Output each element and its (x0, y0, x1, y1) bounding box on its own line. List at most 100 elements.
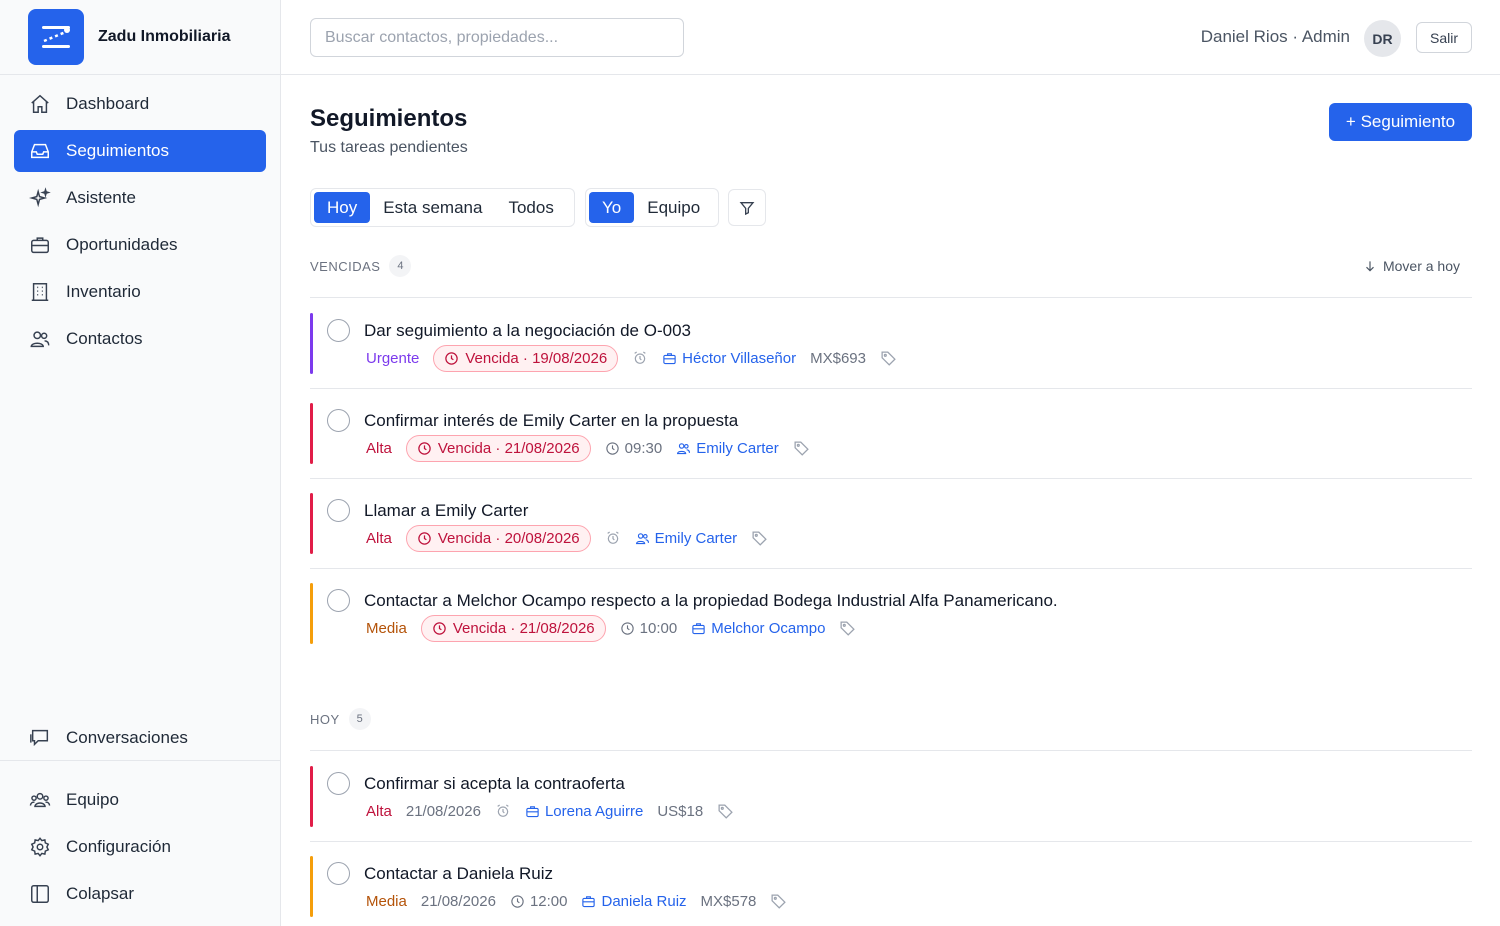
tag-button[interactable] (751, 530, 768, 547)
sidebar-item-inventario[interactable]: Inventario (14, 271, 266, 313)
task-row[interactable]: Confirmar interés de Emily Carter en la … (310, 389, 1472, 479)
contact-link[interactable]: Daniela Ruiz (581, 893, 687, 910)
sidebar-item-label: Contactos (66, 329, 143, 348)
tag-button[interactable] (717, 803, 734, 820)
filter-yo[interactable]: Yo (589, 192, 635, 223)
team-icon (28, 788, 52, 812)
advanced-filter-button[interactable] (728, 189, 766, 226)
reminder-button[interactable] (495, 803, 511, 819)
task-row[interactable]: Contactar a Melchor Ocampo respecto a la… (310, 569, 1472, 659)
sidebar-item-configuracion[interactable]: Configuración (14, 826, 266, 868)
page-subtitle: Tus tareas pendientes (310, 139, 468, 156)
filter-todos[interactable]: Todos (495, 192, 566, 223)
logout-button[interactable]: Salir (1416, 22, 1472, 53)
priority-bar (310, 313, 313, 374)
main-content: Daniel Rios · Admin DR Salir Seguimiento… (281, 0, 1500, 926)
chat-icon (28, 726, 52, 750)
brand-logo[interactable] (28, 9, 84, 65)
sidebar-item-colapsar[interactable]: Colapsar (14, 873, 266, 915)
brand-name: Zadu Inmobiliaria (98, 28, 231, 45)
priority-bar (310, 766, 313, 827)
task-title: Contactar a Daniela Ruiz (364, 864, 553, 883)
task-row[interactable]: Contactar a Daniela Ruiz Media 21/08/202… (310, 842, 1472, 926)
gear-icon (28, 835, 52, 859)
filter-hoy[interactable]: Hoy (314, 192, 371, 223)
sidebar-collapse-icon (28, 882, 52, 906)
sidebar-item-oportunidades[interactable]: Oportunidades (14, 224, 266, 266)
section-label: VENCIDAS (310, 258, 381, 274)
priority-label: Media (366, 619, 407, 637)
due-date: Vencida · 21/08/2026 (452, 619, 595, 637)
users-icon (635, 532, 649, 544)
task-time: 12:00 (510, 892, 568, 910)
briefcase-icon (692, 622, 705, 634)
contact-link[interactable]: Héctor Villaseñor (662, 350, 796, 367)
sidebar-item-label: Asistente (66, 188, 136, 207)
sidebar-item-asistente[interactable]: Asistente (14, 177, 266, 219)
search-input[interactable] (310, 18, 684, 57)
sidebar-item-label: Configuración (66, 837, 171, 856)
amount: US$18 (657, 802, 704, 820)
section-divider (310, 750, 1472, 751)
task-checkbox[interactable] (327, 772, 350, 795)
sidebar-item-label: Oportunidades (66, 235, 178, 254)
priority-label: Media (366, 892, 407, 910)
due-date: 21/08/2026 (405, 802, 481, 820)
users-icon (28, 327, 52, 351)
due-date: Vencida · 20/08/2026 (437, 529, 580, 547)
section-label: HOY (310, 711, 340, 727)
move-to-today-button[interactable]: Mover a hoy (1363, 258, 1460, 274)
user-name: Daniel Rios · Admin (1200, 27, 1350, 46)
sidebar-item-seguimientos[interactable]: Seguimientos (14, 130, 266, 172)
task-checkbox[interactable] (327, 862, 350, 885)
contact-name: Emily Carter (654, 529, 738, 547)
sidebar-item-label: Conversaciones (66, 728, 188, 747)
task-row[interactable]: Dar seguimiento a la negociación de O-00… (310, 299, 1472, 389)
tag-button[interactable] (770, 893, 787, 910)
sidebar-item-dashboard[interactable]: Dashboard (14, 83, 266, 125)
task-title: Dar seguimiento a la negociación de O-00… (364, 321, 691, 340)
section-today-header: HOY 5 (310, 708, 371, 730)
clock-icon (418, 441, 431, 455)
task-checkbox[interactable] (327, 319, 350, 342)
section-count: 4 (389, 255, 412, 277)
avatar[interactable]: DR (1364, 20, 1401, 57)
filter-equipo[interactable]: Equipo (634, 192, 713, 223)
contact-link[interactable]: Lorena Aguirre (525, 803, 643, 820)
tag-button[interactable] (793, 440, 810, 457)
due-date: Vencida · 21/08/2026 (437, 439, 580, 457)
contact-link[interactable]: Emily Carter (635, 529, 738, 547)
amount: MX$578 (700, 892, 757, 910)
clock-icon (620, 621, 634, 635)
filter-esta-semana[interactable]: Esta semana (370, 192, 495, 223)
section-count: 5 (348, 708, 371, 730)
clock-icon (445, 351, 459, 365)
sidebar-item-conversaciones[interactable]: Conversaciones (14, 717, 266, 759)
task-checkbox[interactable] (327, 409, 350, 432)
contact-link[interactable]: Emily Carter (676, 440, 779, 457)
priority-label: Urgente (366, 349, 420, 367)
section-overdue-header: VENCIDAS 4 (310, 255, 412, 277)
priority-bar (310, 493, 313, 554)
task-checkbox[interactable] (327, 499, 350, 522)
tag-button[interactable] (839, 620, 856, 637)
reminder-button[interactable] (605, 530, 621, 546)
due-date: 21/08/2026 (420, 892, 496, 910)
time-value: 12:00 (529, 892, 568, 910)
tag-icon (840, 620, 856, 636)
sidebar-item-contactos[interactable]: Contactos (14, 318, 266, 360)
new-followup-button[interactable]: + Seguimiento (1329, 103, 1472, 141)
task-title: Llamar a Emily Carter (364, 501, 529, 520)
reminder-button[interactable] (632, 350, 648, 366)
tag-button[interactable] (880, 350, 897, 367)
sidebar-item-label: Equipo (66, 790, 119, 809)
task-row[interactable]: Confirmar si acepta la contraoferta Alta… (310, 752, 1472, 842)
briefcase-icon (526, 805, 539, 817)
overdue-badge: Vencida · 21/08/2026 (405, 434, 591, 462)
task-checkbox[interactable] (327, 589, 350, 612)
sidebar-item-equipo[interactable]: Equipo (14, 779, 266, 821)
contact-link[interactable]: Melchor Ocampo (691, 620, 825, 637)
task-meta: Alta Vencida · 21/08/2026 09:30 Emily Ca… (366, 433, 824, 463)
task-row[interactable]: Llamar a Emily Carter Alta Vencida · 20/… (310, 479, 1472, 569)
task-time: 09:30 (605, 440, 662, 457)
